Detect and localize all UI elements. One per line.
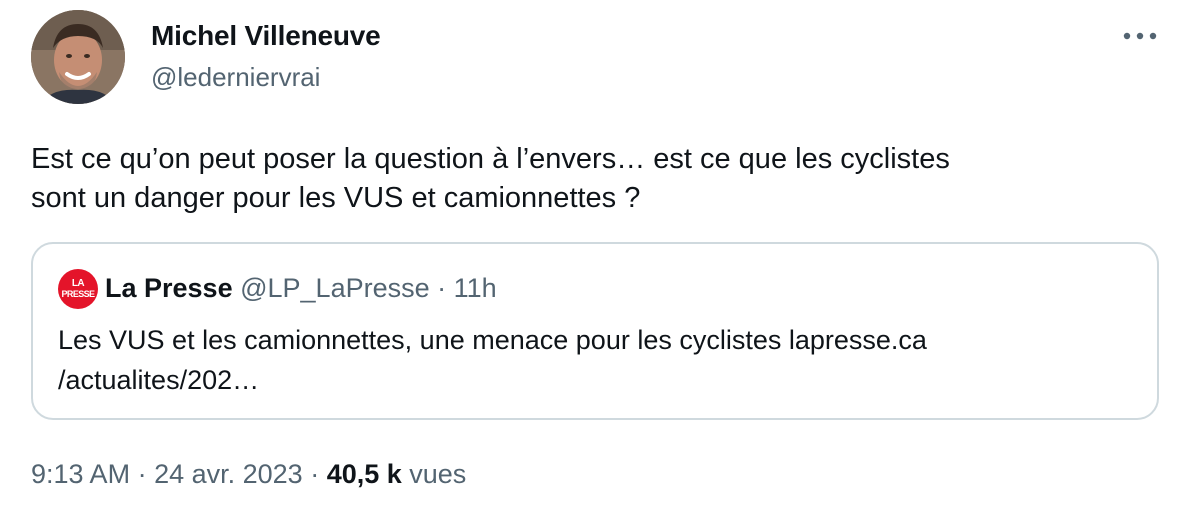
avatar-photo [31, 10, 125, 104]
quoted-author-name[interactable]: La Presse [105, 273, 233, 303]
author-handle[interactable]: @lederniervrai [151, 61, 320, 93]
tweet: Michel Villeneuve @lederniervrai Est ce … [0, 0, 1190, 514]
tweet-footer: 9:13 AM · 24 avr. 2023 · 40,5 k vues [31, 457, 466, 491]
tweet-time[interactable]: 9:13 AM [31, 459, 130, 489]
views-label: vues [401, 459, 467, 489]
quoted-author-handle[interactable]: @LP_LaPresse [240, 273, 430, 303]
tweet-text-line: Est ce qu’on peut poser la question à l’… [31, 143, 950, 175]
quoted-text-line: Les VUS et les camionnettes, une menace … [58, 325, 927, 355]
more-horizontal-icon [1123, 32, 1157, 40]
tweet-text: Est ce qu’on peut poser la question à l’… [31, 140, 1151, 218]
tweet-text-line: sont un danger pour les VUS et camionnet… [31, 182, 641, 214]
avatar[interactable] [31, 10, 125, 104]
views-count[interactable]: 40,5 k [327, 459, 402, 489]
quoted-handle-text: @LP_LaPresse [240, 273, 430, 303]
tweet-date[interactable]: 24 avr. 2023 [154, 459, 303, 489]
quoted-text-line: /actualites/202… [58, 365, 260, 395]
la-presse-logo[interactable]: LA PRESSE [58, 269, 98, 309]
footer-separator: · [302, 459, 327, 489]
logo-text-top: LA [71, 278, 85, 289]
quoted-separator: · [429, 273, 454, 303]
quoted-header: La Presse @LP_LaPresse · 11h [105, 271, 497, 305]
logo-text-bottom: PRESSE [61, 289, 96, 299]
more-icon[interactable] [1120, 22, 1160, 50]
quoted-tweet[interactable]: LA PRESSE La Presse @LP_LaPresse · 11h L… [31, 242, 1159, 420]
quoted-time[interactable]: 11h [454, 273, 497, 303]
author-name[interactable]: Michel Villeneuve [151, 19, 381, 53]
quoted-text: Les VUS et les camionnettes, une menace … [58, 320, 1118, 400]
footer-separator: · [130, 459, 155, 489]
